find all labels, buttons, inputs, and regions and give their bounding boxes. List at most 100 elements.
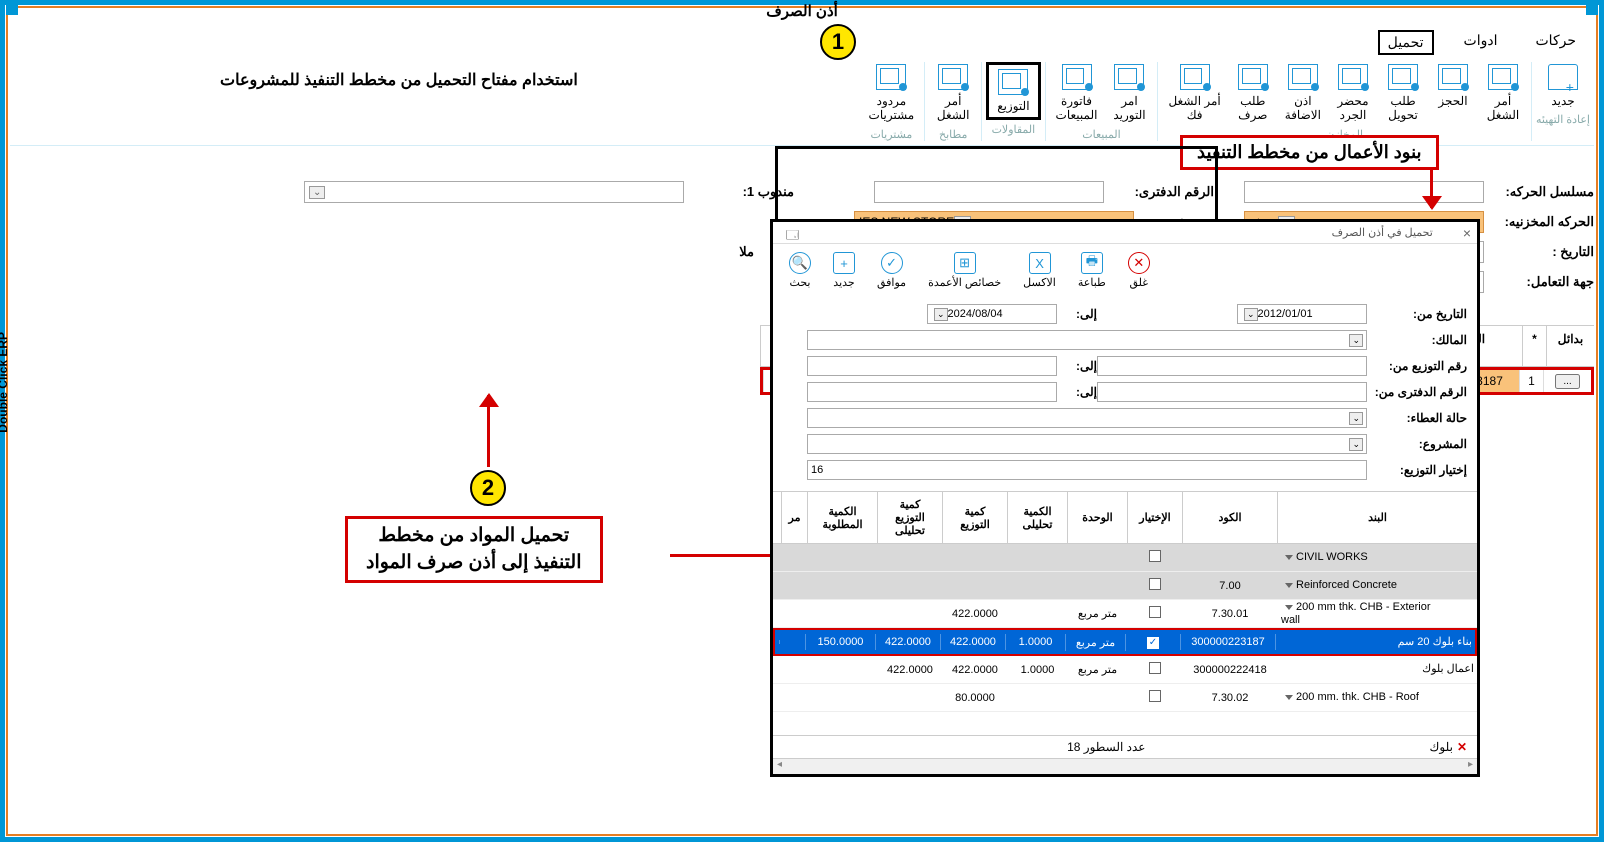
ribbon-group-kitchens: مطابخ (939, 128, 967, 141)
input-book-num[interactable] (874, 181, 1104, 203)
df-dist-from[interactable] (1097, 356, 1367, 376)
dialog-close-x[interactable]: × (1463, 225, 1471, 241)
cell-star: 1 (1519, 370, 1543, 392)
input-rep1[interactable] (304, 181, 684, 203)
label-book-num: الرقم الدفترى: (1104, 184, 1214, 200)
erp-sidebar-text: Double Click ERP (0, 332, 10, 433)
filter-item[interactable]: ✕بلوك (1430, 740, 1467, 754)
ribbon-work-order[interactable]: أمر الشغل (1479, 62, 1527, 125)
label-store-mov: الحركه المخزنيه: (1484, 214, 1594, 230)
dgh-unit[interactable]: الوحدة (1067, 492, 1127, 543)
dg-row[interactable]: CIVIL WORKS (773, 544, 1477, 572)
callout-box-work-items: بنود الأعمال من مخطط التنفيذ (1180, 135, 1439, 170)
menu-bar: حركات ادوات تحميل (1378, 30, 1584, 55)
connector-line (775, 146, 778, 223)
dt-search[interactable]: 🔍بحث (781, 250, 819, 291)
dialog-title: تحميل في أذن الصرف (799, 226, 1463, 239)
df-project[interactable] (807, 434, 1367, 454)
load-dialog: × تحميل في أذن الصرف 🗔 🔍بحث +جديد ✓موافق… (770, 219, 1480, 777)
arrow-icon (487, 395, 490, 467)
dgh-dist-anal[interactable]: كمية التوزيع تحليلى (877, 492, 942, 543)
dgh-code[interactable]: الكود (1182, 492, 1277, 543)
df-date-from[interactable]: 2012/01/01 (1237, 304, 1367, 324)
df-book-from-label: الرقم الدفترى من: (1367, 385, 1467, 399)
ribbon-new[interactable]: جديد (1539, 62, 1587, 110)
df-book-to[interactable] (807, 382, 1057, 402)
df-dist-sel[interactable]: 16 (807, 460, 1367, 480)
dgh-anal[interactable]: الكمية تحليلى (1007, 492, 1067, 543)
col-star[interactable]: * (1522, 326, 1546, 366)
ribbon-group-contracting: المقاولات (992, 123, 1036, 136)
input-sequence[interactable] (1244, 181, 1484, 203)
df-date-from-label: التاريخ من: (1367, 307, 1467, 321)
dg-row[interactable]: Reinforced Concrete7.00 (773, 572, 1477, 600)
connector-line (670, 554, 780, 557)
dgh-select[interactable]: الإختيار (1127, 492, 1182, 543)
dg-row[interactable]: 200 mm thk. CHB - Exterior wall7.30.01مت… (773, 600, 1477, 628)
ribbon-group-init: إعادة التهيئه (1536, 113, 1590, 126)
ribbon-work-order-kitchen[interactable]: أمر الشغل (929, 62, 977, 125)
df-book-from[interactable] (1097, 382, 1367, 402)
ribbon-group-sales: المبيعات (1082, 128, 1120, 141)
ribbon-reserve[interactable]: الحجز (1429, 62, 1477, 125)
row-count: عدد السطور 18 (1067, 740, 1145, 754)
checkbox[interactable] (1147, 637, 1159, 649)
df-owner[interactable] (807, 330, 1367, 350)
dialog-icon: 🗔 (785, 226, 799, 240)
dt-ok[interactable]: ✓موافق (869, 250, 914, 291)
menu-tools[interactable]: ادوات (1456, 30, 1506, 55)
window-title: أذن الصرف (0, 2, 1604, 20)
ribbon-sales-invoice[interactable]: فاتورة المبيعات (1050, 62, 1104, 125)
df-dist-to[interactable] (807, 356, 1057, 376)
dgh-req[interactable]: الكمية المطلوبة (807, 492, 877, 543)
dgh-item[interactable]: البند (1277, 492, 1477, 543)
connector-line (1215, 146, 1218, 226)
ribbon: جديد إعادة التهيئه أمر الشغل الحجز طلب ت… (10, 62, 1594, 146)
ribbon-inventory-rec[interactable]: محضر الجرد (1329, 62, 1377, 125)
menu-movements[interactable]: حركات (1528, 30, 1585, 55)
checkbox[interactable] (1149, 550, 1161, 562)
ribbon-distribution[interactable]: التوزيع (986, 62, 1040, 120)
checkbox[interactable] (1149, 606, 1161, 618)
df-tender[interactable] (807, 408, 1367, 428)
ribbon-disassembly[interactable]: أمر الشغل فك (1162, 62, 1226, 125)
horizontal-scrollbar[interactable] (773, 758, 1477, 774)
df-owner-label: المالك: (1367, 333, 1467, 347)
checkbox[interactable] (1149, 578, 1161, 590)
ribbon-purchase-returns[interactable]: مردود مشتريات (863, 62, 921, 125)
ribbon-transfer-req[interactable]: طلب تحويل (1379, 62, 1427, 125)
label-notes: ملا (724, 244, 754, 260)
df-dist-to-label: إلى: (1057, 359, 1097, 373)
label-party: جهة التعامل: (1484, 274, 1594, 290)
connector-line (775, 146, 1215, 149)
ribbon-supply-order[interactable]: امر التوريد (1105, 62, 1153, 125)
dt-print[interactable]: 🖶طباعة (1070, 250, 1114, 291)
col-alt[interactable]: بدائل (1546, 326, 1594, 366)
dg-row[interactable]: بناء بلوك 20 سم300000223187متر مربع1.000… (773, 628, 1477, 656)
df-project-label: المشروع: (1367, 437, 1467, 451)
dg-row[interactable]: اعمال بلوك300000222418متر مربع1.0000422.… (773, 656, 1477, 684)
dt-new[interactable]: +جديد (825, 250, 863, 291)
dt-columns[interactable]: ⊞خصائص الأعمدة (920, 250, 1009, 291)
callout-box-load-materials: تحميل المواد من مخطط التنفيذ إلى أذن صرف… (345, 516, 603, 583)
label-date: التاريخ : (1484, 244, 1594, 260)
df-book-to-label: إلى: (1057, 385, 1097, 399)
df-dist-sel-label: إختيار التوزيع: (1367, 463, 1467, 477)
dgh-row[interactable]: مر (781, 492, 807, 543)
alt-button[interactable]: ... (1555, 374, 1579, 389)
ribbon-group-purchases: مشتريات (870, 128, 912, 141)
dialog-grid: البند الكود الإختيار الوحدة الكمية تحليل… (773, 491, 1477, 735)
dt-close[interactable]: ✕غلق (1120, 250, 1158, 291)
dgh-dist[interactable]: كمية التوزيع (942, 492, 1007, 543)
checkbox[interactable] (1149, 662, 1161, 674)
dt-excel[interactable]: Xالاكسل (1015, 250, 1064, 291)
df-date-to-label: إلى: (1057, 307, 1097, 321)
checkbox[interactable] (1149, 690, 1161, 702)
dg-row[interactable]: 200 mm. thk. CHB - Roof7.30.0280.0000 (773, 684, 1477, 712)
df-tender-label: حالة العطاء: (1367, 411, 1467, 425)
ribbon-issue-req[interactable]: طلب صرف (1229, 62, 1277, 125)
clear-filter-icon[interactable]: ✕ (1457, 740, 1467, 754)
menu-load[interactable]: تحميل (1378, 30, 1434, 55)
ribbon-add-permit[interactable]: اذن الاضافة (1279, 62, 1327, 125)
df-date-to[interactable]: 2024/08/04 (927, 304, 1057, 324)
